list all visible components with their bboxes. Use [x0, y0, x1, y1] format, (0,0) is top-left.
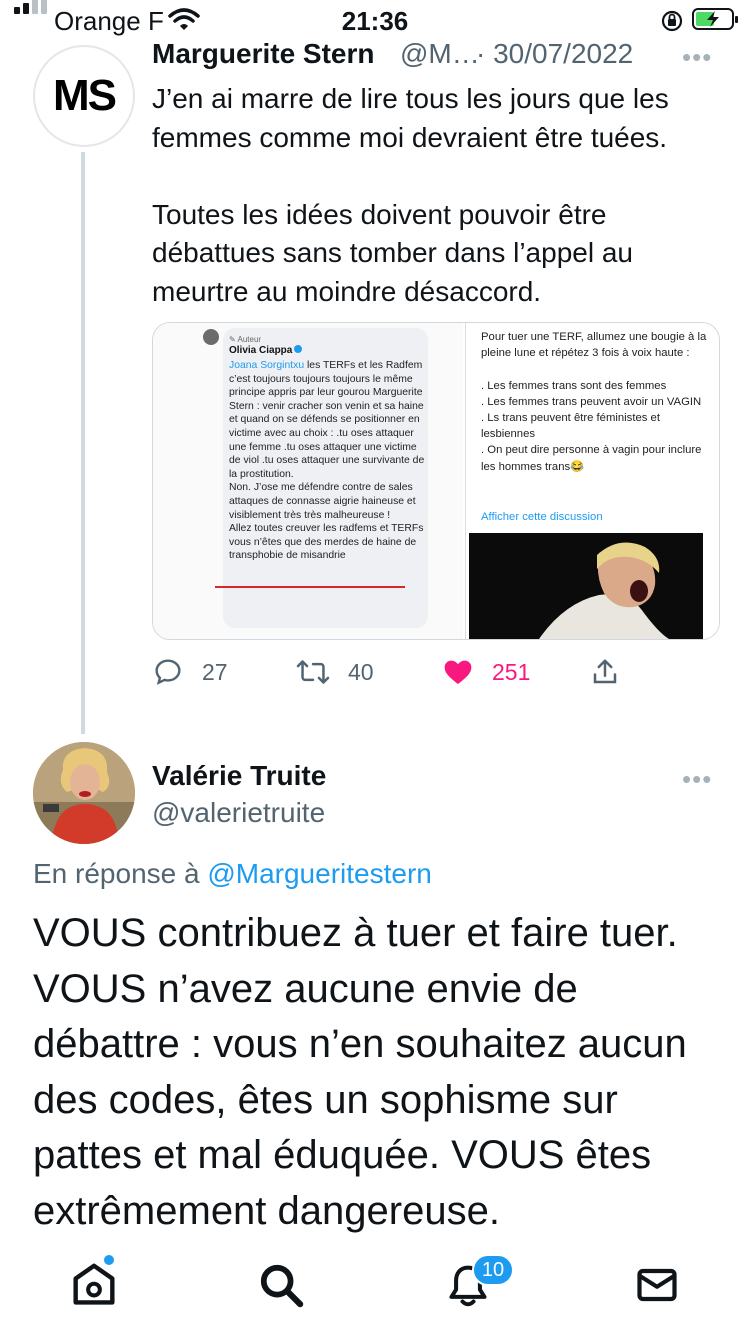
screenshot-avatar	[203, 329, 219, 345]
thread-connector-line	[81, 152, 85, 734]
tweet1-more-icon[interactable]: •••	[682, 42, 712, 73]
bottom-nav	[0, 1240, 750, 1334]
screenshot-comment-text: Joana Sorgintxu les TERFs et les Radfem …	[229, 360, 425, 562]
tweet1-date[interactable]: · 30/07/2022	[476, 38, 633, 70]
battery-icon	[692, 8, 738, 30]
tweet2-author-handle[interactable]: @valerietruite	[152, 797, 325, 829]
screenshot-show-thread-link: Afficher cette discussion	[481, 511, 603, 523]
tweet2-more-icon[interactable]: •••	[682, 764, 712, 795]
media-screenshot-left[interactable]: ✎ Auteur Olivia Ciappa Joana Sorgintxu l…	[153, 323, 463, 639]
tweet1-author-name[interactable]: Marguerite Stern	[152, 38, 375, 70]
retweet-icon	[296, 660, 330, 684]
retweet-count: 40	[348, 658, 374, 685]
heart-filled-icon	[444, 660, 472, 684]
screenshot-photo	[469, 533, 703, 639]
avatar-valerie-truite[interactable]	[33, 742, 135, 844]
like-button[interactable]: 251	[442, 656, 530, 688]
reply-mention-link[interactable]: @Margueritestern	[207, 858, 432, 889]
tweet1-media[interactable]: ✎ Auteur Olivia Ciappa Joana Sorgintxu l…	[152, 322, 720, 640]
avatar-marguerite-stern[interactable]: MS	[33, 45, 135, 147]
new-content-dot	[104, 1255, 114, 1265]
tweet1-text: J’en ai marre de lire tous les jours que…	[152, 83, 669, 307]
orientation-lock-icon	[661, 10, 683, 32]
retweet-button[interactable]: 40	[296, 656, 374, 688]
share-button[interactable]	[590, 656, 638, 688]
screenshot-role-label: ✎ Auteur	[229, 335, 262, 344]
tweet2-author-name[interactable]: Valérie Truite	[152, 760, 326, 792]
tweet1-author-handle[interactable]: @M…	[400, 38, 480, 70]
messages-icon[interactable]	[636, 1262, 678, 1308]
reply-prefix: En réponse à	[33, 858, 208, 889]
notifications-badge: 10	[472, 1254, 514, 1286]
reply-count: 27	[202, 658, 228, 685]
status-bar: Orange F 21:36	[0, 0, 750, 40]
screenshot-tweet-text: Pour tuer une TERF, allumez une bougie à…	[481, 331, 707, 473]
reply-icon	[155, 659, 181, 685]
search-icon[interactable]	[258, 1262, 304, 1308]
reply-button[interactable]: 27	[152, 656, 228, 688]
status-time: 21:36	[341, 6, 409, 36]
tweet2-text: VOUS contribuez à tuer et faire tuer. VO…	[33, 911, 687, 1233]
home-icon[interactable]	[72, 1262, 116, 1308]
verified-icon	[294, 345, 303, 353]
share-icon	[593, 659, 617, 684]
media-screenshot-right[interactable]: Pour tuer une TERF, allumez une bougie à…	[469, 323, 719, 639]
like-count: 251	[492, 658, 531, 685]
reply-context: En réponse à @Margueritestern	[33, 858, 432, 890]
red-underline	[215, 586, 405, 588]
screenshot-author: Olivia Ciappa	[229, 345, 303, 356]
